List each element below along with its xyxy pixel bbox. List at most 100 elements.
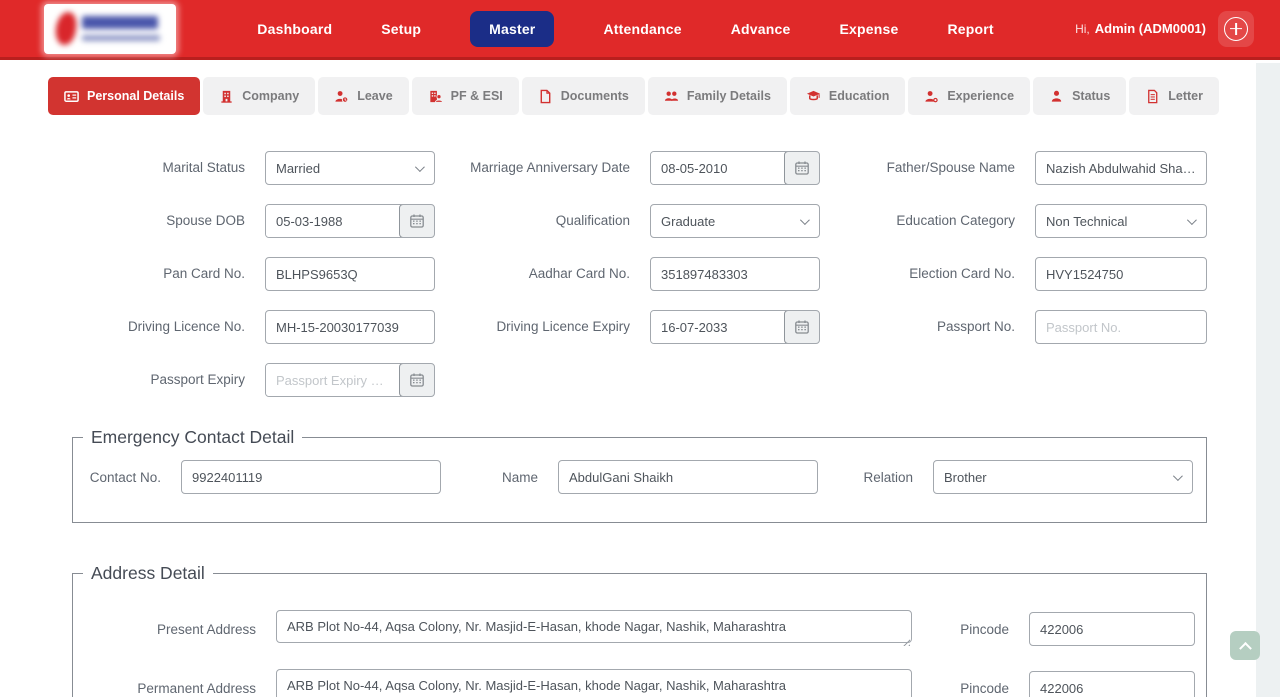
aadhar-card-input[interactable] [650,257,820,291]
user-greeting: Hi, Admin (ADM0001) [1075,11,1254,47]
passport-no-input[interactable] [1035,310,1207,344]
tab-pf-esi[interactable]: PF & ESI [412,77,519,115]
education-category-label: Education Category [820,204,1035,238]
person-icon [1049,89,1064,104]
logo-image [44,4,176,54]
nav-advance[interactable]: Advance [731,21,791,37]
contact-no-label: Contact No. [73,470,181,485]
driving-licence-expiry-field [650,310,820,344]
tab-label: Personal Details [87,89,184,103]
person-badge-icon [924,89,939,104]
chevron-down-icon [1173,471,1183,481]
id-card-icon [64,89,79,104]
driving-licence-expiry-input[interactable] [651,311,785,343]
marriage-anniversary-calendar-button[interactable] [784,151,820,185]
chevron-down-icon [415,162,425,172]
address-section: Address Detail Present Address ARB Plot … [72,563,1207,697]
add-button[interactable] [1218,11,1254,47]
permanent-pincode-label: Pincode [912,681,1029,696]
driving-licence-label: Driving Licence No. [0,310,265,344]
passport-expiry-label: Passport Expiry [0,363,265,397]
employee-detail-tabs: Personal Details Company Leave PF & ESI … [48,77,1232,115]
marriage-anniversary-input[interactable] [651,152,785,184]
relation-select[interactable]: Brother [933,460,1193,494]
letter-icon [1145,89,1160,104]
father-spouse-name-input[interactable] [1035,151,1207,185]
emergency-name-label: Name [441,470,558,485]
chevron-up-icon [1239,642,1252,655]
qualification-label: Qualification [435,204,650,238]
education-category-value: Non Technical [1046,214,1187,229]
tab-letter[interactable]: Letter [1129,77,1219,115]
election-card-label: Election Card No. [820,257,1035,291]
tab-leave[interactable]: Leave [318,77,408,115]
driving-licence-expiry-label: Driving Licence Expiry [435,310,650,344]
chevron-down-icon [1187,215,1197,225]
qualification-select[interactable]: Graduate [650,204,820,238]
contact-no-input[interactable] [181,460,441,494]
passport-expiry-calendar-button[interactable] [399,363,435,397]
tab-company[interactable]: Company [203,77,315,115]
marriage-anniversary-label: Marriage Anniversary Date [435,151,650,185]
tab-label: Family Details [687,89,771,103]
qualification-value: Graduate [661,214,800,229]
nav-attendance[interactable]: Attendance [603,21,681,37]
spouse-dob-input[interactable] [266,205,400,237]
tab-family-details[interactable]: Family Details [648,77,787,115]
present-address-textarea[interactable]: ARB Plot No-44, Aqsa Colony, Nr. Masjid-… [276,610,912,643]
building-icon [219,89,234,104]
nav-expense[interactable]: Expense [839,21,898,37]
chevron-down-icon [800,215,810,225]
nav-master[interactable]: Master [470,11,554,47]
marriage-anniversary-field [650,151,820,185]
marital-status-label: Marital Status [0,151,265,185]
address-title: Address Detail [83,563,213,584]
permanent-address-textarea[interactable]: ARB Plot No-44, Aqsa Colony, Nr. Masjid-… [276,669,912,697]
driving-licence-input[interactable] [265,310,435,344]
emergency-name-input[interactable] [558,460,818,494]
education-category-select[interactable]: Non Technical [1035,204,1207,238]
marital-status-select[interactable]: Married [265,151,435,185]
permanent-address-label: Permanent Address [73,681,276,696]
present-pincode-label: Pincode [912,622,1029,637]
tab-label: Documents [561,89,629,103]
tab-experience[interactable]: Experience [908,77,1030,115]
graduation-cap-icon [806,89,821,104]
building-person-icon [428,89,443,104]
present-pincode-input[interactable] [1029,612,1195,646]
spouse-dob-field [265,204,435,238]
person-clock-icon [334,89,349,104]
calendar-icon [794,160,810,176]
emergency-contact-section: Emergency Contact Detail Contact No. Nam… [72,427,1207,523]
tab-education[interactable]: Education [790,77,905,115]
plus-icon [1224,17,1248,41]
app-header: Dashboard Setup Master Attendance Advanc… [0,0,1280,60]
calendar-icon [794,319,810,335]
driving-licence-expiry-calendar-button[interactable] [784,310,820,344]
election-card-input[interactable] [1035,257,1207,291]
tab-status[interactable]: Status [1033,77,1126,115]
tab-documents[interactable]: Documents [522,77,645,115]
emergency-contact-title: Emergency Contact Detail [83,427,302,448]
tab-label: PF & ESI [451,89,503,103]
tab-personal-details[interactable]: Personal Details [48,77,200,115]
document-icon [538,89,553,104]
app-logo[interactable] [44,4,176,54]
calendar-icon [409,213,425,229]
relation-value: Brother [944,470,1173,485]
permanent-pincode-input[interactable] [1029,671,1195,697]
passport-expiry-input[interactable] [266,364,400,396]
greeting-username: Admin (ADM0001) [1095,21,1206,36]
nav-report[interactable]: Report [947,21,993,37]
pan-card-input[interactable] [265,257,435,291]
spouse-dob-calendar-button[interactable] [399,204,435,238]
scroll-to-top-button[interactable] [1230,631,1260,660]
spouse-dob-label: Spouse DOB [0,204,265,238]
tab-label: Status [1072,89,1110,103]
pan-card-label: Pan Card No. [0,257,265,291]
marital-status-value: Married [276,161,415,176]
nav-dashboard[interactable]: Dashboard [257,21,332,37]
scrollbar-track[interactable] [1256,63,1280,697]
tab-label: Letter [1168,89,1203,103]
nav-setup[interactable]: Setup [381,21,421,37]
